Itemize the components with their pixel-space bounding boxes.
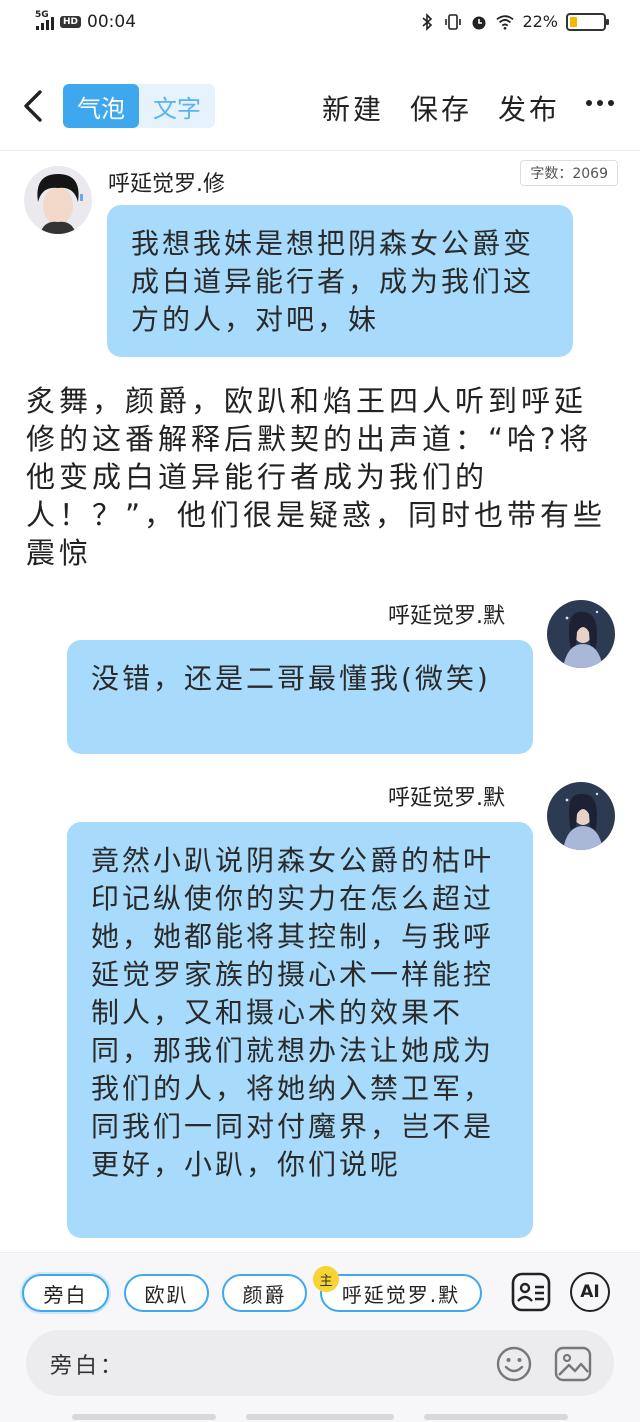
battery-level: [570, 16, 578, 27]
vibrate-icon: [445, 13, 462, 30]
role-chip-huyanjueluo-mo[interactable]: 呼延觉罗.默: [320, 1274, 482, 1312]
message-bubble[interactable]: 没错，还是二哥最懂我(微笑): [67, 640, 533, 754]
cellular-signal-icon: 5G: [35, 10, 54, 30]
home-indicator: [246, 1414, 394, 1420]
tab-text[interactable]: 文字: [139, 84, 215, 128]
alarm-icon: [472, 16, 486, 29]
speaker-name: 呼延觉罗.默: [388, 786, 505, 811]
avatar[interactable]: [24, 166, 92, 234]
role-chip-oupa[interactable]: 欧趴: [124, 1274, 209, 1312]
publish-button[interactable]: 发布: [498, 88, 560, 128]
toolbar-divider: [0, 150, 640, 151]
home-indicator: [72, 1414, 216, 1420]
image-icon[interactable]: [554, 1346, 592, 1382]
status-bar: 5G HD 00:04 22%: [0, 0, 640, 48]
speaker-name: 呼延觉罗.修: [108, 172, 225, 197]
speaker-name: 呼延觉罗.默: [388, 604, 505, 629]
narration-text[interactable]: 炙舞，颜爵，欧趴和焰王四人听到呼延修的这番解释后默契的出声道：“哈?将他变成白道…: [26, 382, 616, 572]
chevron-left-icon[interactable]: [18, 86, 48, 126]
more-horizontal-icon[interactable]: [586, 100, 614, 106]
avatar[interactable]: [547, 782, 615, 850]
save-button[interactable]: 保存: [410, 88, 472, 128]
new-button[interactable]: 新建: [322, 88, 384, 128]
avatar[interactable]: [547, 600, 615, 668]
hd-badge: HD: [60, 16, 82, 28]
message-bubble[interactable]: 竟然小趴说阴森女公爵的枯叶印记纵使你的实力在怎么超过她，她都能将其控制，与我呼延…: [67, 822, 533, 1238]
ai-button[interactable]: AI: [570, 1272, 610, 1312]
main-role-badge: 主: [313, 1266, 339, 1292]
emoji-icon[interactable]: [496, 1346, 532, 1382]
battery-icon: [566, 12, 609, 31]
narration-input[interactable]: 旁白：: [26, 1330, 614, 1396]
contact-card-icon[interactable]: [511, 1272, 551, 1312]
word-count-badge: 字数：2069: [520, 160, 618, 186]
mode-switch: 气泡 文字: [63, 84, 215, 128]
wifi-icon: [496, 14, 515, 30]
network-type: 5G: [35, 10, 49, 20]
message-bubble[interactable]: 我想我妹是想把阴森女公爵变成白道异能行者，成为我们这方的人，对吧，妹: [107, 205, 573, 357]
battery-percent: 22%: [522, 12, 558, 31]
role-chip-narrator[interactable]: 旁白: [22, 1274, 109, 1312]
home-indicator: [424, 1414, 568, 1420]
role-chip-yanjue[interactable]: 颜爵: [222, 1274, 307, 1312]
tab-bubble[interactable]: 气泡: [63, 84, 139, 128]
bluetooth-icon: [422, 12, 433, 31]
status-time: 00:04: [87, 12, 137, 32]
editor-toolbar: 气泡 文字 新建 保存 发布: [0, 70, 640, 146]
input-label: 旁白：: [50, 1354, 126, 1379]
